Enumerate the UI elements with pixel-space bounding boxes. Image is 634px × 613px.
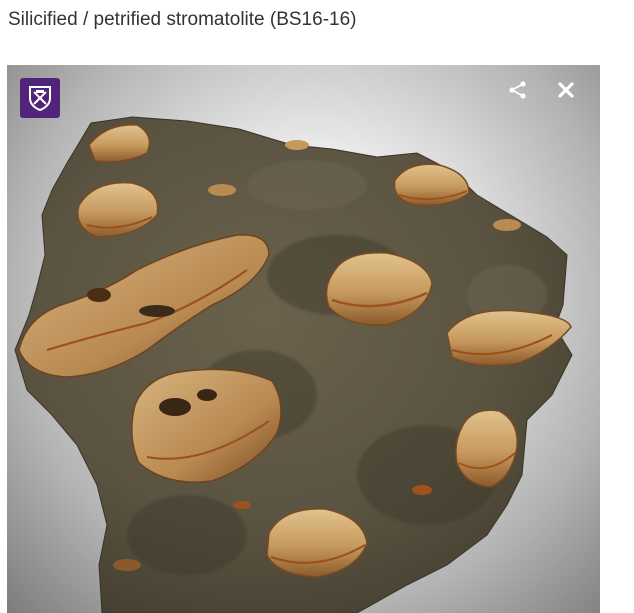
page: Silicified / petrified stromatolite (BS1… bbox=[0, 0, 634, 613]
page-title: Silicified / petrified stromatolite (BS1… bbox=[8, 9, 357, 30]
university-shield-icon[interactable] bbox=[20, 78, 60, 118]
model-viewer[interactable] bbox=[7, 65, 600, 613]
share-button[interactable] bbox=[505, 77, 531, 103]
close-icon bbox=[558, 82, 574, 98]
share-icon bbox=[509, 81, 526, 99]
shield-icon bbox=[29, 86, 51, 112]
close-button[interactable] bbox=[553, 77, 579, 103]
stromatolite-3d-model[interactable] bbox=[7, 65, 600, 613]
